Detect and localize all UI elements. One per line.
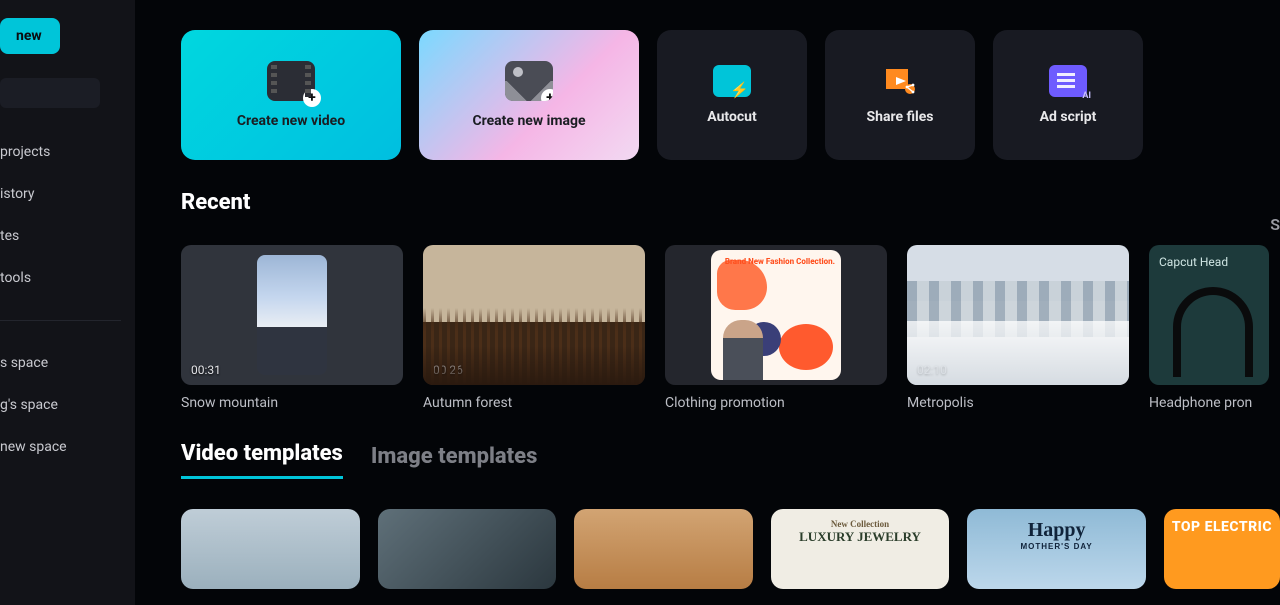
main-content: + Create new video + Create new image Au… [135, 0, 1280, 605]
create-new-image-label: Create new image [472, 113, 585, 129]
recent-title: Metropolis [907, 395, 1129, 411]
recent-row: 00:31 Snow mountain 00:26 Autumn forest … [181, 245, 1280, 411]
recent-item[interactable]: 00:31 Snow mountain [181, 245, 403, 411]
ad-script-label: Ad script [1040, 109, 1097, 125]
sidebar-space-1[interactable]: s space [0, 345, 135, 381]
autocut-label: Autocut [707, 109, 757, 125]
sidebar-item-tools[interactable]: tools [0, 260, 135, 296]
film-icon: + [267, 61, 315, 101]
template-label: TOP ELECTRIC [1172, 519, 1272, 535]
templates-row: New Collection LUXURY JEWELRY Happy MOTH… [181, 509, 1280, 589]
recent-thumbnail: Capcut Head [1149, 245, 1269, 385]
template-label: Happy [1020, 519, 1092, 542]
ad-script-icon [1049, 65, 1087, 97]
promo-text: Brand New Fashion Collection. [725, 258, 835, 267]
recent-thumbnail: 02:10 [907, 245, 1129, 385]
recent-item[interactable]: Capcut Head Headphone pron [1149, 245, 1269, 411]
recent-thumbnail: 00:26 [423, 245, 645, 385]
recent-thumbnail: Brand New Fashion Collection. [665, 245, 887, 385]
tab-video-templates[interactable]: Video templates [181, 441, 343, 479]
template-card[interactable] [181, 509, 360, 589]
recent-sort[interactable]: S [1270, 215, 1280, 234]
duration-badge: 00:26 [433, 363, 463, 377]
template-card[interactable]: TOP ELECTRIC [1164, 509, 1280, 589]
tab-image-templates[interactable]: Image templates [371, 444, 538, 479]
recent-title: Clothing promotion [665, 395, 887, 411]
recent-title: Headphone pron [1149, 395, 1269, 411]
duration-badge: 00:31 [191, 363, 221, 377]
recent-item[interactable]: 00:26 Autumn forest [423, 245, 645, 411]
sidebar-item-templates[interactable]: tes [0, 218, 135, 254]
create-new-button[interactable]: new [0, 18, 60, 54]
plus-badge-icon: + [303, 89, 321, 107]
sidebar-search[interactable] [0, 78, 100, 108]
picture-icon: + [505, 61, 553, 101]
sidebar-divider [0, 320, 121, 321]
create-new-video-label: Create new video [237, 113, 345, 129]
sidebar-item-projects[interactable]: projects [0, 134, 135, 170]
sidebar-new-space[interactable]: new space [0, 429, 135, 465]
create-new-video-card[interactable]: + Create new video [181, 30, 401, 160]
create-new-image-card[interactable]: + Create new image [419, 30, 639, 160]
template-card[interactable]: New Collection LUXURY JEWELRY [771, 509, 950, 589]
template-card[interactable] [378, 509, 557, 589]
headphone-caption: Capcut Head [1159, 255, 1259, 269]
sidebar-space-2[interactable]: g's space [0, 387, 135, 423]
duration-badge: 02:10 [917, 363, 947, 377]
share-files-card[interactable]: Share files [825, 30, 975, 160]
recent-title: Snow mountain [181, 395, 403, 411]
actions-row: + Create new video + Create new image Au… [181, 30, 1280, 160]
recent-header: Recent S [181, 190, 1280, 215]
template-label: LUXURY JEWELRY [799, 529, 921, 545]
template-tabs: Video templates Image templates [181, 441, 1280, 479]
share-files-label: Share files [867, 109, 934, 125]
autocut-card[interactable]: Autocut [657, 30, 807, 160]
recent-heading: Recent [181, 190, 1280, 215]
template-kicker: New Collection [799, 519, 921, 529]
recent-item[interactable]: 02:10 Metropolis [907, 245, 1129, 411]
recent-thumbnail: 00:31 [181, 245, 403, 385]
share-icon [881, 65, 919, 97]
autocut-icon [713, 65, 751, 97]
ad-script-card[interactable]: Ad script [993, 30, 1143, 160]
template-card[interactable]: Happy MOTHER'S DAY [967, 509, 1146, 589]
template-subtitle: MOTHER'S DAY [1020, 542, 1092, 551]
template-card[interactable] [574, 509, 753, 589]
recent-item[interactable]: Brand New Fashion Collection. Clothing p… [665, 245, 887, 411]
plus-badge-icon: + [541, 89, 553, 101]
sidebar: new projects istory tes tools s space g'… [0, 0, 135, 605]
sidebar-item-history[interactable]: istory [0, 176, 135, 212]
recent-title: Autumn forest [423, 395, 645, 411]
